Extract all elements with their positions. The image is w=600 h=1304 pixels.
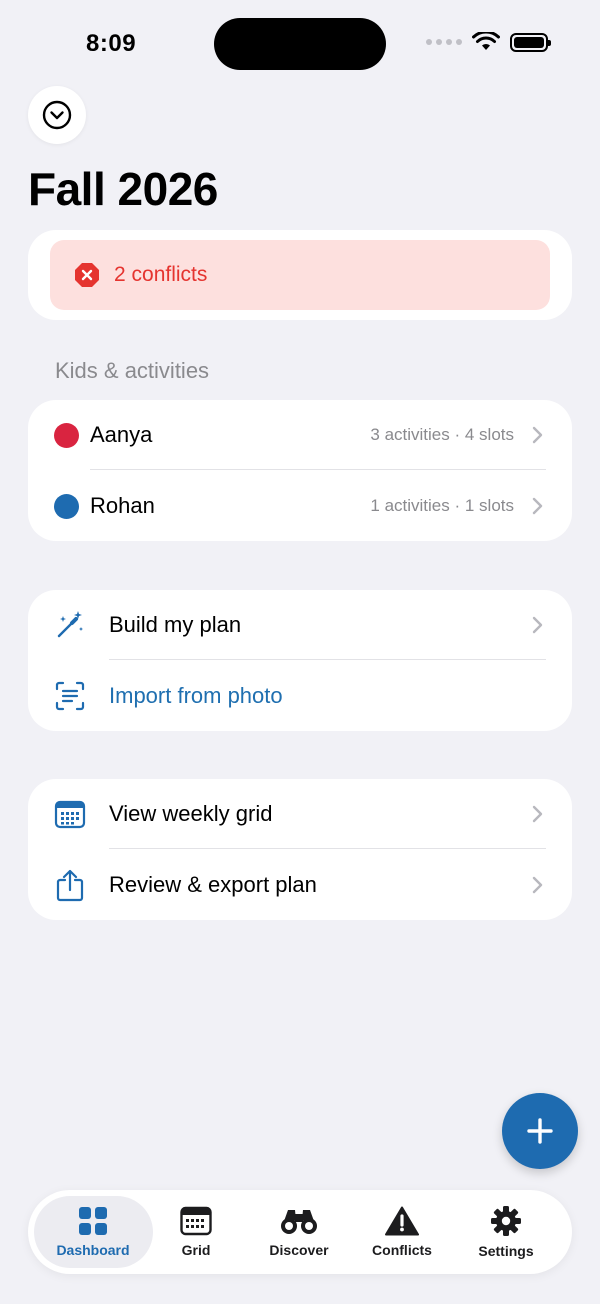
text-scan-icon	[54, 680, 86, 712]
weekly-grid-row[interactable]: View weekly grid	[28, 779, 572, 849]
kid-summary: 3 activities · 4 slots	[370, 425, 514, 444]
tab-discover[interactable]: Discover	[247, 1190, 351, 1274]
status-time: 8:09	[86, 30, 137, 57]
chevron-down-circle-icon	[42, 100, 72, 130]
tab-conflicts[interactable]: Conflicts	[350, 1190, 454, 1274]
gear-icon	[491, 1206, 521, 1236]
conflicts-card: 2 conflicts	[28, 230, 572, 320]
conflicts-count: 2 conflicts	[114, 263, 208, 286]
battery-icon	[510, 32, 551, 52]
divider	[90, 469, 546, 470]
kid-color-dot	[54, 493, 79, 519]
error-octagon-icon	[75, 263, 99, 287]
tab-settings[interactable]: Settings	[454, 1190, 558, 1274]
wifi-icon	[472, 32, 500, 50]
tab-label: Settings	[478, 1243, 534, 1259]
chevron-right-icon	[532, 876, 543, 894]
section-label-kids: Kids & activities	[55, 358, 210, 383]
conflicts-banner[interactable]: 2 conflicts	[50, 240, 550, 310]
import-photo-row[interactable]: Import from photo	[28, 661, 572, 731]
tab-label: Grid	[181, 1242, 211, 1258]
share-icon	[54, 869, 86, 902]
chevron-right-icon	[532, 426, 543, 444]
calendar-icon	[54, 798, 86, 830]
import-photo-label: Import from photo	[109, 683, 283, 708]
status-icons	[426, 32, 551, 52]
chevron-right-icon	[532, 497, 543, 515]
tab-label: Conflicts	[372, 1242, 432, 1258]
kid-name: Aanya	[90, 422, 153, 447]
build-plan-label: Build my plan	[109, 612, 242, 637]
kid-summary: 1 activities · 1 slots	[370, 496, 514, 515]
view-actions-card: View weekly grid Review & export plan	[28, 779, 572, 920]
divider	[109, 659, 546, 660]
binoculars-icon	[281, 1210, 317, 1234]
kid-row-rohan[interactable]: Rohan 1 activities · 1 slots	[28, 471, 572, 541]
kid-color-dot	[54, 422, 79, 448]
chevron-right-icon	[532, 616, 543, 634]
plan-actions-card: Build my plan Import from photo	[28, 590, 572, 731]
collapse-button[interactable]	[28, 86, 86, 144]
kids-list-card: Aanya 3 activities · 4 slots Rohan 1 act…	[28, 400, 572, 541]
add-button[interactable]	[502, 1093, 578, 1169]
chevron-right-icon	[532, 805, 543, 823]
export-plan-row[interactable]: Review & export plan	[28, 850, 572, 920]
magic-wand-icon	[54, 609, 86, 641]
kid-row-aanya[interactable]: Aanya 3 activities · 4 slots	[28, 400, 572, 470]
warning-triangle-icon	[385, 1206, 419, 1236]
tab-bar: Dashboard Grid Discover Conflicts Settin…	[28, 1190, 572, 1274]
dashboard-grid-icon	[79, 1207, 107, 1235]
plus-icon	[527, 1118, 553, 1144]
tab-grid[interactable]: Grid	[144, 1190, 248, 1274]
cellular-signal-icon	[426, 39, 462, 45]
divider	[109, 848, 546, 849]
kid-name: Rohan	[90, 493, 155, 518]
export-plan-label: Review & export plan	[109, 872, 317, 897]
dynamic-island	[214, 18, 386, 70]
calendar-grid-icon	[180, 1206, 212, 1236]
weekly-grid-label: View weekly grid	[109, 801, 273, 826]
page-title: Fall 2026	[28, 163, 218, 215]
tab-label: Discover	[269, 1242, 329, 1258]
build-plan-row[interactable]: Build my plan	[28, 590, 572, 660]
tab-label: Dashboard	[56, 1242, 130, 1258]
tab-dashboard[interactable]: Dashboard	[41, 1190, 145, 1274]
